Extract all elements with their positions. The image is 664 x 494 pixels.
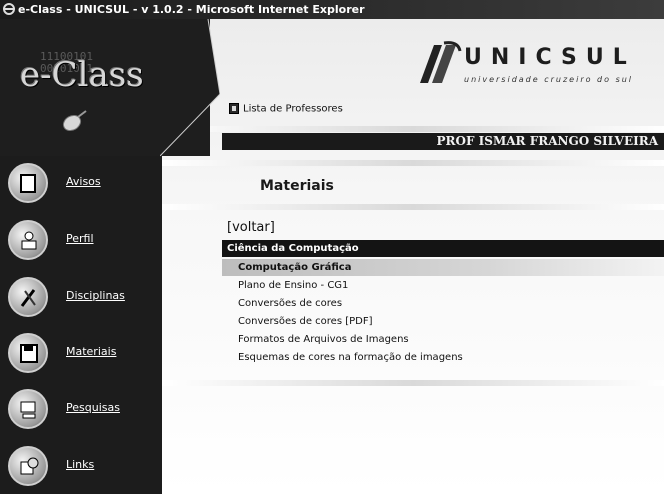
material-link[interactable]: Conversões de cores [PDF] [238, 316, 373, 327]
decor-streak [162, 380, 664, 386]
computer-icon [8, 389, 48, 429]
professor-name-bar: PROF ISMAR FRANGO SILVEIRA [222, 133, 664, 150]
ie-logo-icon [3, 3, 15, 15]
nav-label[interactable]: Pesquisas [66, 401, 120, 414]
brand-tagline: universidade cruzeiro do sul [464, 75, 634, 84]
decor-streak [162, 126, 664, 132]
lista-professores-label[interactable]: Lista de Professores [243, 104, 343, 115]
nav-label[interactable]: Links [66, 458, 94, 471]
nav-links[interactable]: Links [8, 446, 158, 490]
book-icon [229, 103, 239, 114]
unicsul-logo: UNICSUL universidade cruzeiro do sul [414, 39, 654, 95]
nav-materiais[interactable]: Materiais [8, 333, 158, 377]
material-link[interactable]: Esquemas de cores na formação de imagens [238, 352, 463, 363]
logo-text: e-Class [20, 55, 144, 95]
nav-label[interactable]: Perfil [66, 232, 94, 245]
lista-professores-link[interactable]: Lista de Professores [229, 103, 343, 115]
nav-label[interactable]: Disciplinas [66, 289, 125, 302]
nav-avisos[interactable]: Avisos [8, 163, 158, 207]
nav-label[interactable]: Materiais [66, 345, 116, 358]
person-icon [8, 220, 48, 260]
subcategory-header: Computação Gráfica [222, 259, 664, 276]
tools-icon [8, 277, 48, 317]
category-header: Ciência da Computação [222, 240, 664, 257]
mouse-icon [62, 110, 87, 132]
nav-perfil[interactable]: Perfil [8, 220, 158, 264]
header-divider [160, 19, 220, 156]
floppy-disk-icon [8, 333, 48, 373]
unicsul-mark-icon [420, 41, 462, 83]
nav-disciplinas[interactable]: Disciplinas [8, 277, 158, 321]
notepad-icon [8, 163, 48, 203]
decor-streak [162, 160, 664, 166]
nav-label[interactable]: Avisos [66, 175, 101, 188]
voltar-link[interactable]: [voltar] [227, 220, 275, 235]
material-link[interactable]: Plano de Ensino - CG1 [238, 280, 348, 291]
decor-streak [162, 204, 664, 210]
material-link[interactable]: Conversões de cores [238, 298, 342, 309]
brand-name: UNICSUL [464, 45, 636, 70]
page-title: Materiais [260, 178, 334, 194]
nav-pesquisas[interactable]: Pesquisas [8, 389, 158, 433]
globe-icon [8, 446, 48, 486]
material-link[interactable]: Formatos de Arquivos de Imagens [238, 334, 409, 345]
window-title: e-Class - UNICSUL - v 1.0.2 - Microsoft … [18, 3, 365, 16]
window-titlebar: e-Class - UNICSUL - v 1.0.2 - Microsoft … [0, 0, 664, 19]
